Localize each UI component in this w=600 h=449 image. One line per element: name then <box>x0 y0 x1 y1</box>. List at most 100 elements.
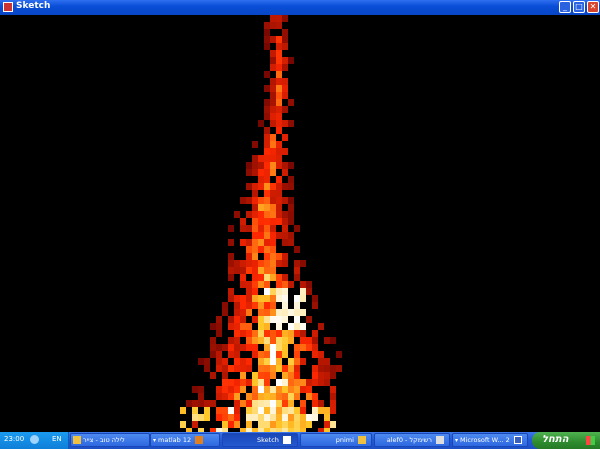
heat-cell <box>270 309 276 316</box>
heat-cell <box>252 260 258 267</box>
heat-cell <box>270 169 276 176</box>
task-sketch[interactable]: Sketch <box>222 433 298 447</box>
heat-cell <box>234 351 240 358</box>
heat-cell <box>300 309 306 316</box>
heat-cell <box>234 379 240 386</box>
heat-cell <box>240 239 246 246</box>
language-indicator[interactable]: EN <box>52 435 62 443</box>
folder-icon <box>358 436 366 444</box>
heat-cell <box>222 386 228 393</box>
heat-cell <box>246 267 252 274</box>
heat-cell <box>252 211 258 218</box>
heat-cell <box>312 337 318 344</box>
heat-cell <box>306 288 312 295</box>
heat-cell <box>246 197 252 204</box>
heat-cell <box>276 414 282 421</box>
heat-cell <box>276 344 282 351</box>
heat-cell <box>234 302 240 309</box>
heat-cell <box>294 267 300 274</box>
heat-cell <box>324 414 330 421</box>
start-button[interactable]: התחל <box>532 432 600 449</box>
heat-cell <box>282 337 288 344</box>
heat-cell <box>252 246 258 253</box>
matlab-icon <box>195 436 204 444</box>
heat-cell <box>198 386 204 393</box>
heat-cell <box>276 253 282 260</box>
heat-cell <box>210 323 216 330</box>
heat-cell <box>264 183 270 190</box>
heat-cell <box>222 414 228 421</box>
heat-cell <box>270 386 276 393</box>
heat-cell <box>276 295 282 302</box>
heat-cell <box>234 358 240 365</box>
heat-cell <box>228 386 234 393</box>
heat-cell <box>234 316 240 323</box>
task-matlab[interactable]: ▾ matlab 12 <box>150 433 220 447</box>
heat-cell <box>282 211 288 218</box>
heat-cell <box>294 302 300 309</box>
heat-cell <box>282 57 288 64</box>
heat-cell <box>246 330 252 337</box>
heat-cell <box>258 295 264 302</box>
heat-cell <box>204 365 210 372</box>
heat-cell <box>270 85 276 92</box>
task-alef0[interactable]: alef0 - רשימקל <box>374 433 450 447</box>
heat-cell <box>330 365 336 372</box>
task-pnimi[interactable]: pnimi <box>300 433 372 447</box>
task-paint[interactable]: לילה טוב - צייר <box>70 433 150 447</box>
heat-cell <box>294 274 300 281</box>
network-icon[interactable] <box>30 435 39 444</box>
heat-cell <box>282 330 288 337</box>
heat-cell <box>288 176 294 183</box>
heat-cell <box>300 281 306 288</box>
heat-cell <box>234 330 240 337</box>
task-word[interactable]: ▾ Microsoft W... 2 <box>452 433 528 447</box>
heat-cell <box>306 344 312 351</box>
heat-cell <box>282 120 288 127</box>
heat-cell <box>300 358 306 365</box>
heat-cell <box>246 337 252 344</box>
heat-cell <box>300 379 306 386</box>
heat-cell <box>270 120 276 127</box>
heat-cell <box>312 393 318 400</box>
chevron-down-icon: ▾ <box>153 437 157 444</box>
heat-cell <box>264 99 270 106</box>
heat-cell <box>258 337 264 344</box>
heat-cell <box>228 274 234 281</box>
heat-cell <box>264 253 270 260</box>
heat-cell <box>222 309 228 316</box>
heat-cell <box>258 302 264 309</box>
heat-cell <box>264 162 270 169</box>
window-title-bar[interactable]: Sketch _ □ ✕ <box>0 0 600 15</box>
heat-cell <box>264 365 270 372</box>
heat-cell <box>264 85 270 92</box>
heat-cell <box>276 358 282 365</box>
heat-cell <box>270 99 276 106</box>
heat-cell <box>288 330 294 337</box>
heat-cell <box>216 344 222 351</box>
heat-cell <box>246 323 252 330</box>
heat-cell <box>276 365 282 372</box>
heat-cell <box>258 197 264 204</box>
sketch-canvas[interactable] <box>0 15 600 432</box>
heat-cell <box>252 288 258 295</box>
heat-cell <box>192 421 198 428</box>
maximize-button[interactable]: □ <box>573 1 585 13</box>
heat-cell <box>240 309 246 316</box>
heat-cell <box>216 393 222 400</box>
minimize-button[interactable]: _ <box>559 1 571 13</box>
heat-cell <box>240 302 246 309</box>
heat-cell <box>258 281 264 288</box>
heat-cell <box>270 64 276 71</box>
heat-cell <box>276 57 282 64</box>
clock: 23:00 <box>4 435 25 443</box>
heat-cell <box>228 421 234 428</box>
heat-cell <box>318 351 324 358</box>
heat-cell <box>240 400 246 407</box>
heat-cell <box>288 337 294 344</box>
heat-cell <box>264 330 270 337</box>
heat-cell <box>240 267 246 274</box>
heat-cell <box>252 344 258 351</box>
close-button[interactable]: ✕ <box>587 1 599 13</box>
heat-cell <box>240 274 246 281</box>
